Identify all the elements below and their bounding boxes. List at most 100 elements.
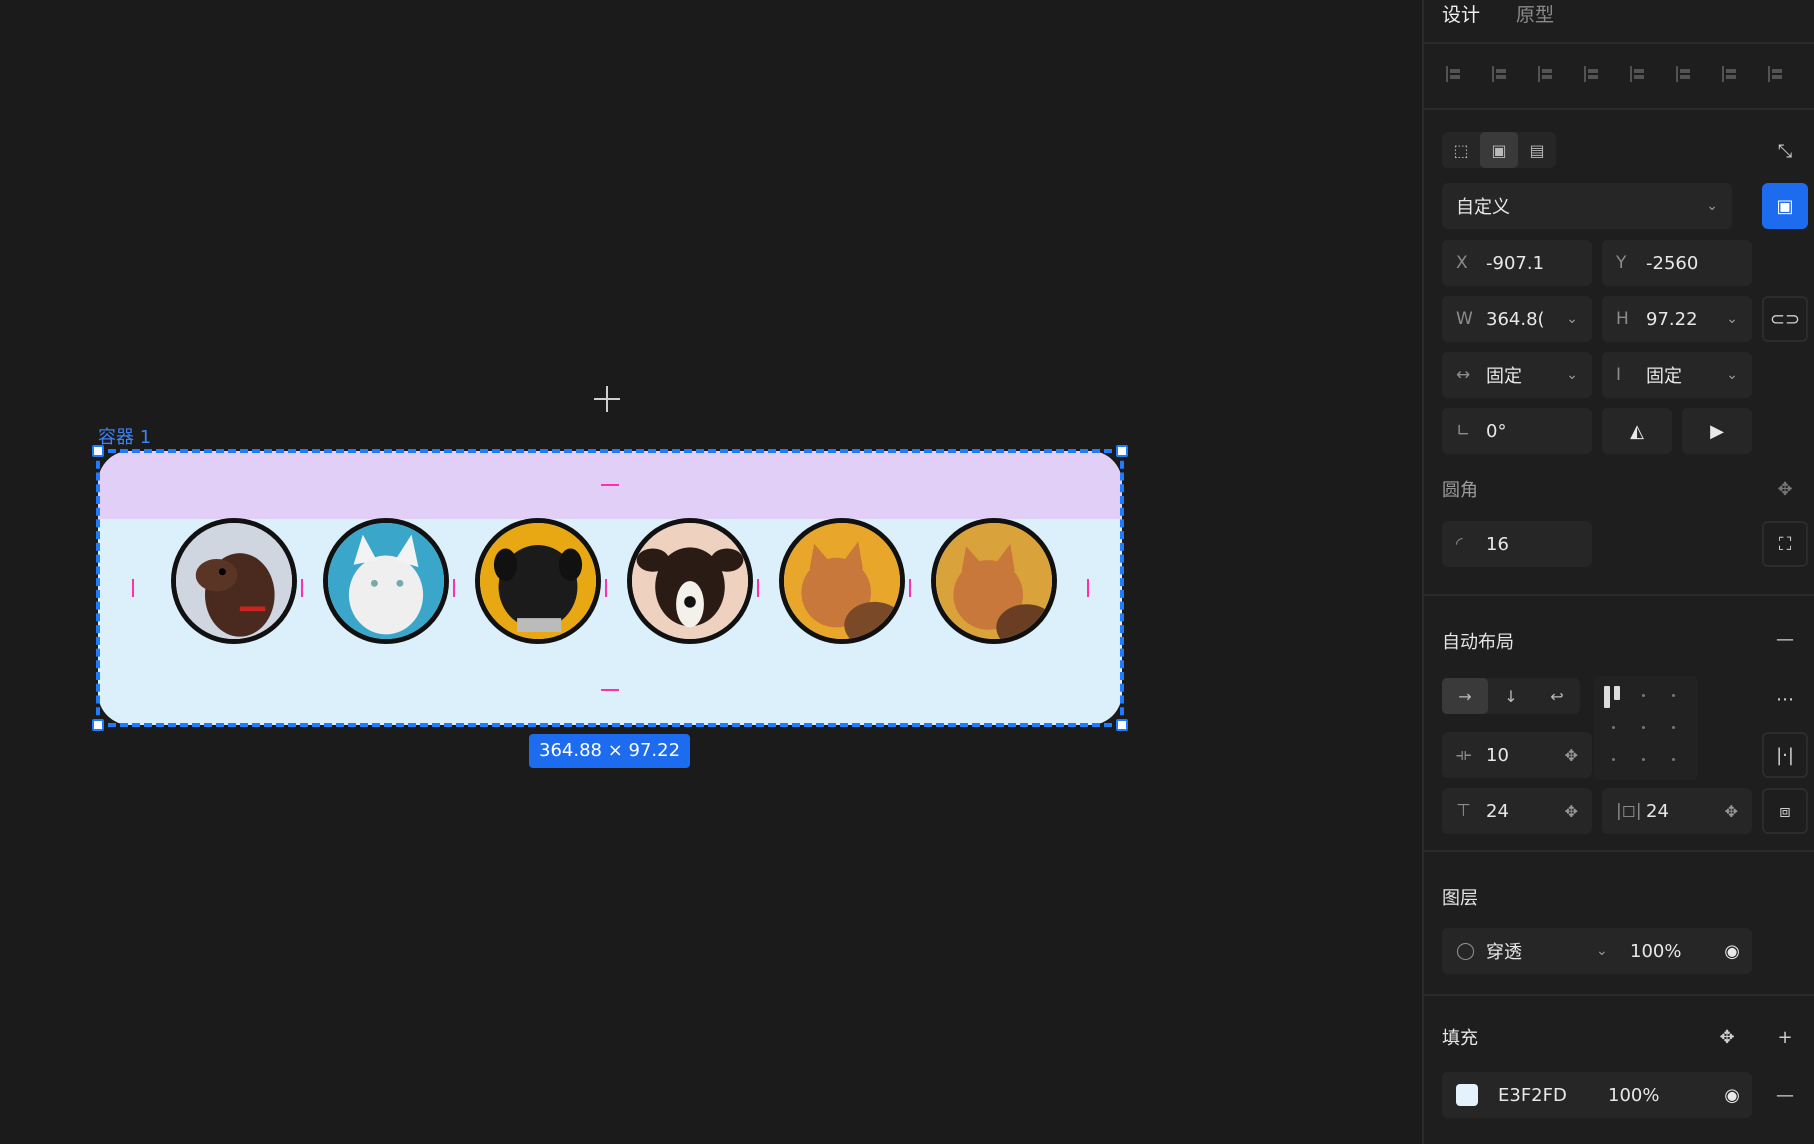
more-options-icon[interactable]: ⋯ bbox=[1762, 676, 1808, 722]
padding-horizontal-icon: |◻| bbox=[1616, 801, 1642, 821]
panel-tabs: 设计 原型 bbox=[1442, 0, 1554, 28]
no-frame-icon[interactable]: ⬚ bbox=[1442, 132, 1480, 168]
collapse-icon[interactable]: ⤡ bbox=[1762, 128, 1808, 174]
align-top-icon[interactable] bbox=[1582, 64, 1602, 84]
h-value: 97.22 bbox=[1646, 308, 1698, 330]
chevron-down-icon: ⌄ bbox=[1566, 311, 1578, 327]
pug-black-avatar[interactable] bbox=[475, 518, 601, 644]
padding-vertical-icon: ⊤ bbox=[1456, 801, 1471, 821]
gap-icon: ⟛ bbox=[1456, 745, 1472, 765]
padding-horizontal-field[interactable]: |◻| 24 ✥ bbox=[1602, 788, 1752, 834]
add-fill-icon[interactable]: + bbox=[1762, 1014, 1808, 1060]
x-field[interactable]: X -907.1 bbox=[1442, 240, 1592, 286]
direction-horizontal-icon[interactable]: → bbox=[1442, 678, 1488, 714]
h-field[interactable]: H 97.22 ⌄ bbox=[1602, 296, 1752, 342]
padding-vertical-value: 24 bbox=[1486, 800, 1509, 822]
align-left-icon[interactable] bbox=[1444, 64, 1464, 84]
distribute-h-icon[interactable] bbox=[1766, 64, 1786, 84]
direction-vertical-icon[interactable]: ↓ bbox=[1488, 678, 1534, 714]
w-value: 364.8( bbox=[1486, 308, 1545, 330]
gap-field[interactable]: ⟛ 10 ✥ bbox=[1442, 732, 1592, 778]
wrap-icon[interactable]: ↩ bbox=[1534, 678, 1580, 714]
flip-vertical-button[interactable]: ▶ bbox=[1682, 408, 1752, 454]
lock-ratio-icon[interactable]: ⊂⊃ bbox=[1762, 296, 1808, 342]
alignment-grid[interactable] bbox=[1594, 676, 1698, 780]
frame-icon[interactable]: ▣ bbox=[1480, 132, 1518, 168]
layout-direction-toggle: → ↓ ↩ bbox=[1442, 678, 1580, 714]
gap-indicator bbox=[909, 579, 911, 597]
divider bbox=[1424, 994, 1814, 996]
chevron-down-icon: ⌄ bbox=[1726, 367, 1738, 383]
gap-indicator bbox=[757, 579, 759, 597]
flip-horizontal-icon: ◭ bbox=[1630, 420, 1644, 442]
height-mode-select[interactable]: I 固定 ⌄ bbox=[1602, 352, 1752, 398]
padding-top-indicator bbox=[601, 484, 619, 486]
dog-tricolor-avatar[interactable] bbox=[627, 518, 753, 644]
frame-preset-select[interactable]: 自定义 ⌄ bbox=[1442, 183, 1732, 229]
chevron-down-icon: ⌄ bbox=[1566, 367, 1578, 383]
align-right-icon[interactable] bbox=[1536, 64, 1556, 84]
corner-radius-field[interactable]: ◜ 16 bbox=[1442, 521, 1592, 567]
frame-type-toggle: ⬚ ▣ ▤ bbox=[1442, 132, 1556, 168]
padding-vertical-field[interactable]: ⊤ 24 ✥ bbox=[1442, 788, 1592, 834]
width-mode-value: 固定 bbox=[1486, 366, 1522, 387]
cat-orange-avatar[interactable] bbox=[779, 518, 905, 644]
align-center-h-icon[interactable] bbox=[1490, 64, 1510, 84]
section-icon[interactable]: ▤ bbox=[1518, 132, 1556, 168]
resize-handle-top-left[interactable] bbox=[92, 445, 104, 457]
tab-prototype[interactable]: 原型 bbox=[1516, 0, 1554, 28]
y-value: -2560 bbox=[1646, 252, 1699, 274]
variable-icon[interactable]: ✥ bbox=[1725, 802, 1738, 821]
gap-indicator bbox=[605, 579, 607, 597]
design-canvas[interactable]: 容器 1 364.88 × 97.22 bbox=[0, 0, 1422, 1144]
padding-left-indicator bbox=[132, 579, 134, 597]
style-icon[interactable]: ✥ bbox=[1762, 466, 1808, 512]
y-label: Y bbox=[1616, 253, 1627, 273]
w-field[interactable]: W 364.8( ⌄ bbox=[1442, 296, 1592, 342]
layer-blend-field[interactable]: ◯ 穿透 ⌄ 100% ◉ bbox=[1442, 928, 1752, 974]
independent-corners-icon[interactable]: ⛶ bbox=[1762, 521, 1808, 567]
corner-radius-title: 圆角 bbox=[1442, 480, 1478, 501]
flip-horizontal-button[interactable]: ◭ bbox=[1602, 408, 1672, 454]
width-mode-icon: ↔ bbox=[1456, 365, 1471, 385]
align-center-v-icon[interactable] bbox=[1628, 64, 1648, 84]
align-bottom-icon[interactable] bbox=[1674, 64, 1694, 84]
cat-white-avatar[interactable] bbox=[323, 518, 449, 644]
blend-icon: ◯ bbox=[1456, 941, 1476, 961]
padding-right-indicator bbox=[1087, 579, 1089, 597]
fill-opacity-value[interactable]: 100% bbox=[1608, 1085, 1659, 1106]
cat-orange-avatar-2[interactable] bbox=[931, 518, 1057, 644]
y-field[interactable]: Y -2560 bbox=[1602, 240, 1752, 286]
w-label: W bbox=[1456, 309, 1473, 329]
tab-design[interactable]: 设计 bbox=[1442, 0, 1480, 28]
remove-fill-icon[interactable]: — bbox=[1762, 1072, 1808, 1118]
rotation-field[interactable]: ∟ 0° bbox=[1442, 408, 1592, 454]
fit-frame-button[interactable]: ▣ bbox=[1762, 183, 1808, 229]
individual-padding-icon[interactable]: ⧈ bbox=[1762, 788, 1808, 834]
frame-name-label[interactable]: 容器 1 bbox=[98, 423, 151, 449]
chevron-down-icon: ⌄ bbox=[1726, 311, 1738, 327]
corner-radius-value: 16 bbox=[1486, 533, 1509, 555]
spacing-mode-icon[interactable]: |·| bbox=[1762, 732, 1808, 778]
width-mode-select[interactable]: ↔ 固定 ⌄ bbox=[1442, 352, 1592, 398]
variable-icon[interactable]: ✥ bbox=[1565, 746, 1578, 765]
fill-title: 填充 bbox=[1442, 1028, 1478, 1049]
eye-icon[interactable]: ◉ bbox=[1724, 941, 1740, 962]
fill-swatch[interactable] bbox=[1456, 1084, 1478, 1106]
resize-handle-bottom-left[interactable] bbox=[92, 719, 104, 731]
dog-brown-avatar[interactable] bbox=[171, 518, 297, 644]
fill-row[interactable]: E3F2FD 100% ◉ bbox=[1442, 1072, 1752, 1118]
corner-radius-icon: ◜ bbox=[1456, 534, 1463, 554]
fill-style-icon[interactable]: ✥ bbox=[1704, 1014, 1750, 1060]
layer-opacity-value[interactable]: 100% bbox=[1630, 941, 1681, 962]
fill-hex-value[interactable]: E3F2FD bbox=[1498, 1085, 1608, 1106]
remove-auto-layout-icon[interactable]: — bbox=[1762, 616, 1808, 662]
eye-icon[interactable]: ◉ bbox=[1724, 1085, 1740, 1106]
resize-handle-top-right[interactable] bbox=[1116, 445, 1128, 457]
frame-preset-value: 自定义 bbox=[1456, 197, 1510, 218]
variable-icon[interactable]: ✥ bbox=[1565, 802, 1578, 821]
resize-handle-bottom-right[interactable] bbox=[1116, 719, 1128, 731]
x-label: X bbox=[1456, 253, 1468, 273]
divider bbox=[1424, 850, 1814, 852]
distribute-v-icon[interactable] bbox=[1720, 64, 1740, 84]
